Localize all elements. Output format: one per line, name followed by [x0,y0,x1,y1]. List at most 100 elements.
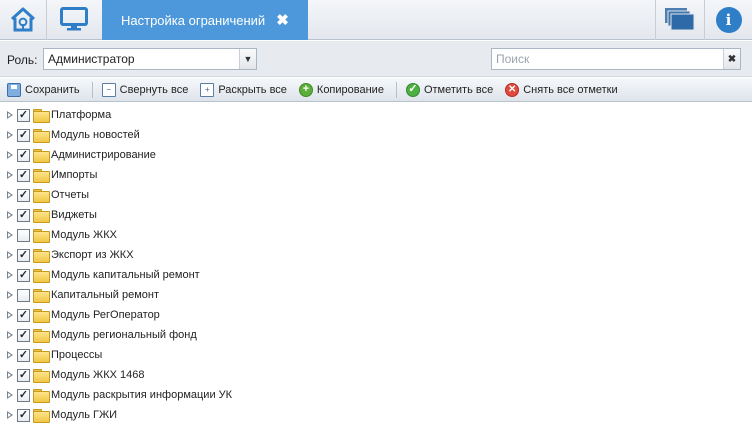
expand-arrow-icon[interactable] [6,250,13,260]
collapse-all-label: Свернуть все [119,83,189,96]
uncheck-all-button[interactable]: ✕ Снять все отметки [505,80,618,100]
uncheck-all-label: Снять все отметки [523,83,618,96]
tree-node-label: Экспорт из ЖКХ [51,249,134,261]
top-bar: Настройка ограничений ✖ i [0,0,752,40]
tree-node[interactable]: ✓ Процессы [0,345,752,365]
tree-node-checkbox[interactable]: ✓ [17,188,30,202]
windows-button[interactable] [656,0,704,40]
expand-arrow-icon[interactable] [6,190,13,200]
tree-node[interactable]: ✓ Импорты [0,165,752,185]
folder-icon [33,329,50,343]
folder-icon [33,309,50,323]
expand-all-button[interactable]: + Раскрыть все [200,80,287,100]
chevron-down-icon[interactable]: ▼ [239,49,256,69]
role-bar: Роль: Администратор ▼ ✖ [0,41,752,77]
tree-node[interactable]: ✓ Модуль региональный фонд [0,325,752,345]
tree-node-checkbox[interactable] [17,228,30,242]
add-icon: + [298,82,313,97]
expand-arrow-icon[interactable] [6,370,13,380]
expand-arrow-icon[interactable] [6,270,13,280]
folder-icon [33,209,50,223]
expand-arrow-icon[interactable] [6,130,13,140]
search-box: ✖ [491,48,741,70]
tree-node[interactable]: Модуль ЖКХ [0,225,752,245]
tree-node-checkbox[interactable]: ✓ [17,368,30,382]
expand-arrow-icon[interactable] [6,210,13,220]
tree-node-label: Модуль РегОператор [51,309,160,321]
tree-node-label: Модуль капитальный ремонт [51,269,200,281]
check-all-button[interactable]: ✓ Отметить все [405,80,494,100]
folder-icon [33,289,50,303]
tree-node-checkbox[interactable]: ✓ [17,108,30,122]
folder-icon [33,249,50,263]
desktop-button[interactable] [47,0,101,40]
clear-search-icon[interactable]: ✖ [723,49,740,69]
tree-node[interactable]: ✓ Модуль раскрытия информации УК [0,385,752,405]
search-input[interactable] [492,49,723,69]
tree-node[interactable]: ✓ Модуль РегОператор [0,305,752,325]
collapse-all-button[interactable]: − Свернуть все [101,80,189,100]
folder-icon [33,389,50,403]
tree-node-checkbox[interactable]: ✓ [17,388,30,402]
tree-node[interactable]: ✓ Экспорт из ЖКХ [0,245,752,265]
folder-icon [33,409,50,423]
tree-node-checkbox[interactable] [17,288,30,302]
expand-arrow-icon[interactable] [6,310,13,320]
home-button[interactable] [0,0,46,40]
tree-node-label: Отчеты [51,189,90,201]
tree-node-label: Импорты [51,169,98,181]
tree-node-checkbox[interactable]: ✓ [17,168,30,182]
windows-stack-icon [664,7,696,34]
restrictions-tree: ✓ Платформа ✓ Модуль новостей ✓ Администриров… [0,103,752,443]
tree-node-label: Платформа [51,109,112,121]
save-button[interactable]: Сохранить [7,80,80,100]
tree-node[interactable]: ✓ Модуль капитальный ремонт [0,265,752,285]
tree-node-checkbox[interactable]: ✓ [17,128,30,142]
copy-button[interactable]: + Копирование [298,80,384,100]
tree-node[interactable]: ✓ Модуль ГЖИ [0,405,752,425]
tree-node[interactable]: ✓ Модуль ЖКХ 1468 [0,365,752,385]
role-selected-value: Администратор [48,52,135,66]
expand-arrow-icon[interactable] [6,150,13,160]
tree-node-checkbox[interactable]: ✓ [17,208,30,222]
role-select[interactable]: Администратор ▼ [43,48,257,70]
save-label: Сохранить [25,83,80,96]
tree-node[interactable]: ✓ Виджеты [0,205,752,225]
folder-icon [33,269,50,283]
expand-all-label: Раскрыть все [218,83,287,96]
tree-node[interactable]: ✓ Администрирование [0,145,752,165]
info-button[interactable]: i [705,0,752,40]
toolbar-divider [395,81,397,98]
expand-arrow-icon[interactable] [6,350,13,360]
expand-arrow-icon[interactable] [6,170,13,180]
info-icon: i [715,7,742,33]
tree-node-checkbox[interactable]: ✓ [17,148,30,162]
expand-arrow-icon[interactable] [6,330,13,340]
tree-node-checkbox[interactable]: ✓ [17,308,30,322]
tree-node[interactable]: ✓ Модуль новостей [0,125,752,145]
expand-tree-icon: + [200,82,215,97]
copy-label: Копирование [316,83,384,96]
tree-node-checkbox[interactable]: ✓ [17,248,30,262]
tree-node-checkbox[interactable]: ✓ [17,328,30,342]
tree-node-checkbox[interactable]: ✓ [17,348,30,362]
expand-arrow-icon[interactable] [6,290,13,300]
tree-node[interactable]: ✓ Платформа [0,105,752,125]
tree-node-checkbox[interactable]: ✓ [17,268,30,282]
expand-arrow-icon[interactable] [6,410,13,420]
home-icon [8,5,38,36]
expand-arrow-icon[interactable] [6,390,13,400]
expand-arrow-icon[interactable] [6,110,13,120]
close-icon[interactable]: ✖ [276,13,289,28]
tab-restrictions-settings[interactable]: Настройка ограничений ✖ [102,0,308,40]
tree-node-checkbox[interactable]: ✓ [17,408,30,422]
folder-icon [33,169,50,183]
check-all-label: Отметить все [423,83,494,96]
tree-node[interactable]: ✓ Отчеты [0,185,752,205]
collapse-tree-icon: − [101,82,116,97]
check-icon: ✓ [405,82,420,97]
expand-arrow-icon[interactable] [6,230,13,240]
tree-node[interactable]: Капитальный ремонт [0,285,752,305]
save-icon [7,82,21,97]
remove-icon: ✕ [505,82,520,97]
